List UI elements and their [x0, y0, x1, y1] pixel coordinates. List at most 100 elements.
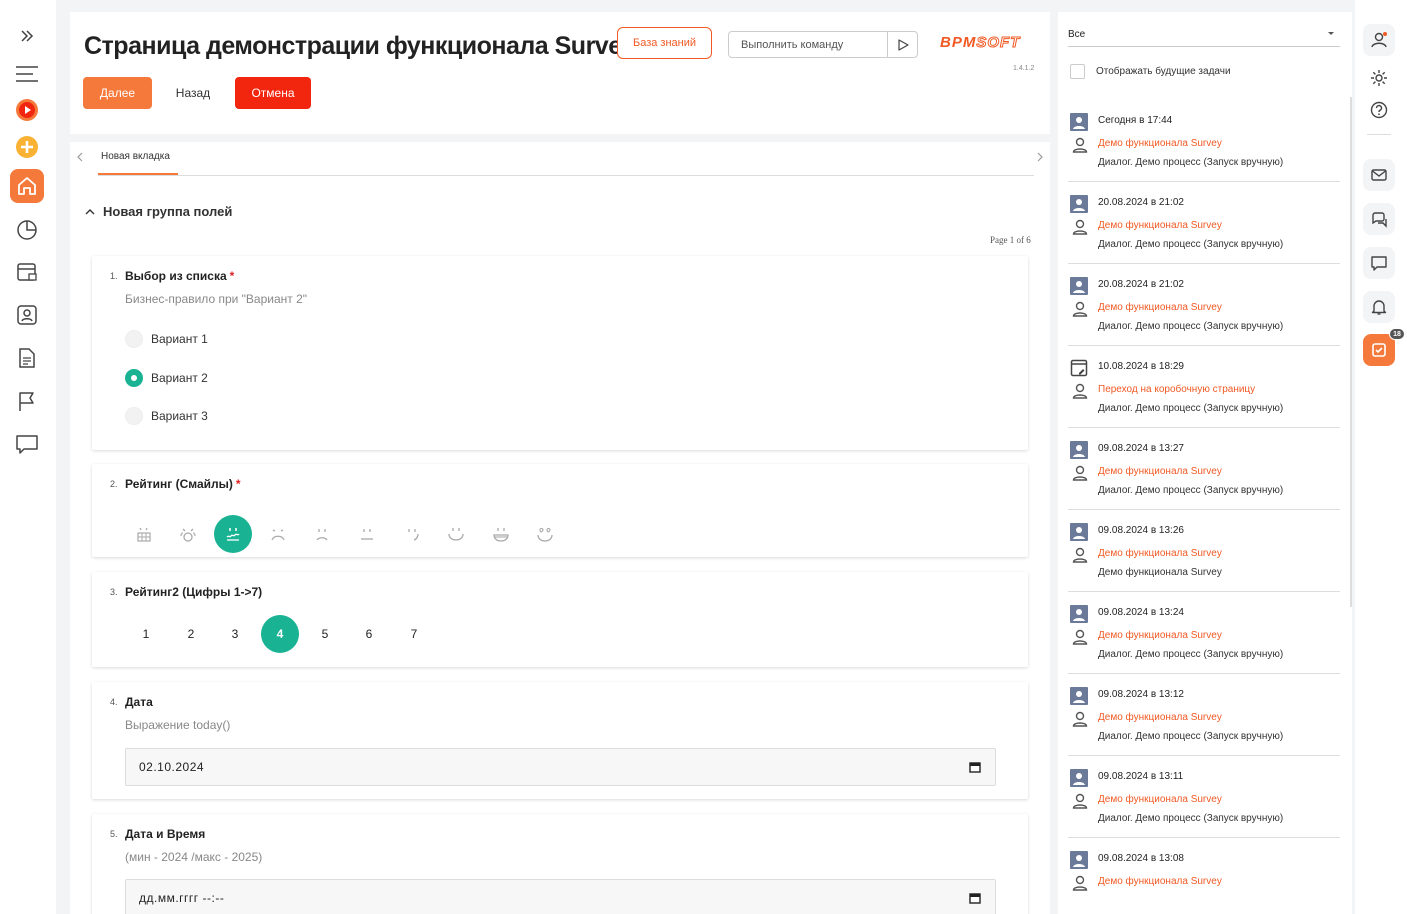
rating-6[interactable]: 6 [350, 615, 388, 653]
question-card-number-rating: 3. Рейтинг2 (Цифры 1->7) 1 2 3 4 5 6 7 [92, 572, 1028, 667]
page-edit-icon [1070, 359, 1088, 377]
calendar-icon[interactable] [969, 892, 981, 904]
cancel-button[interactable]: Отмена [235, 77, 311, 109]
help-icon [1370, 101, 1388, 119]
settings-button[interactable] [1363, 62, 1395, 94]
radio-option-2[interactable]: Вариант 2 [125, 369, 208, 387]
version-label: 1.4.1.2 [1013, 65, 1035, 72]
play-icon[interactable] [10, 93, 44, 127]
radio-option-3[interactable]: Вариант 3 [125, 407, 208, 425]
task-link[interactable]: Демо функционала Survey [1098, 302, 1222, 313]
rating-5[interactable]: 5 [306, 615, 344, 653]
profile-button[interactable] [1363, 24, 1395, 56]
question-card-choice: 1. Выбор из списка * Бизнес-правило при "… [92, 256, 1028, 450]
bell-icon [1371, 300, 1387, 315]
tab-bar: Новая вкладка [70, 148, 1050, 178]
user-card-icon [1070, 195, 1088, 213]
notifications-button[interactable] [1363, 291, 1395, 323]
question-title: Рейтинг2 (Цифры 1->7) [125, 585, 263, 599]
messages-button[interactable] [1363, 203, 1395, 235]
next-button[interactable]: Далее [83, 77, 152, 109]
grin-icon[interactable] [482, 515, 520, 553]
question-card-datetime: 5. Дата и Время (мин - 2024 /макс - 2025… [92, 814, 1028, 914]
scrollbar[interactable] [1350, 97, 1352, 607]
task-item[interactable]: 09.08.2024 в 13:12 Демо функционала Surve… [1068, 674, 1340, 756]
chat-icon[interactable] [10, 427, 44, 461]
knowledge-base-button[interactable]: База знаний [617, 27, 712, 59]
slight-frown-icon[interactable] [303, 515, 341, 553]
question-number: 1. [110, 271, 118, 281]
calendar-lock-icon[interactable] [10, 255, 44, 289]
chevron-right-icon[interactable] [1034, 151, 1046, 163]
task-item[interactable]: 20.08.2024 в 21:02 Демо функционала Surve… [1068, 182, 1340, 264]
task-item[interactable]: 09.08.2024 в 13:08 Демо функционала Surve… [1068, 838, 1340, 914]
slight-smile-icon[interactable] [393, 515, 431, 553]
person-icon [1072, 137, 1088, 153]
task-item[interactable]: 09.08.2024 в 13:11 Демо функционала Surve… [1068, 756, 1340, 838]
selected-smiley-icon[interactable] [214, 515, 252, 553]
home-icon[interactable] [10, 169, 44, 203]
task-item[interactable]: 20.08.2024 в 21:02 Демо функционала Surve… [1068, 264, 1340, 346]
question-number: 4. [110, 697, 118, 707]
calendar-icon[interactable] [969, 761, 981, 773]
task-link[interactable]: Демо функционала Survey [1098, 466, 1222, 477]
radio-option-1[interactable]: Вариант 1 [125, 330, 208, 348]
user-card-icon [1070, 687, 1088, 705]
task-item[interactable]: 09.08.2024 в 13:24 Демо функционала Surve… [1068, 592, 1340, 674]
rating-1[interactable]: 1 [127, 615, 165, 653]
comment-icon [1371, 256, 1387, 271]
task-link[interactable]: Демо функционала Survey [1098, 138, 1222, 149]
task-filter-select[interactable]: Все [1068, 23, 1340, 47]
task-link[interactable]: Демо функционала Survey [1098, 630, 1222, 641]
chevron-up-icon [85, 208, 95, 214]
field-group-toggle[interactable]: Новая группа полей [84, 204, 232, 219]
task-link[interactable]: Демо функционала Survey [1098, 220, 1222, 231]
neutral-icon[interactable] [348, 515, 386, 553]
task-date: 10.08.2024 в 18:29 [1098, 361, 1184, 372]
rating-3[interactable]: 3 [216, 615, 254, 653]
email-button[interactable] [1363, 159, 1395, 191]
task-link[interactable]: Демо функционала Survey [1098, 876, 1222, 887]
rating-7[interactable]: 7 [395, 615, 433, 653]
datetime-field[interactable]: дд.мм.гггг --:-- [125, 879, 996, 914]
contacts-icon[interactable] [10, 298, 44, 332]
task-item[interactable]: Сегодня в 17:44 Демо функционала Survey Ди… [1068, 100, 1340, 182]
gear-icon [1371, 70, 1387, 86]
task-link[interactable]: Демо функционала Survey [1098, 794, 1222, 805]
smile-icon[interactable] [437, 515, 475, 553]
love-icon[interactable] [526, 515, 564, 553]
feed-button[interactable] [1363, 247, 1395, 279]
task-process: Диалог. Демо процесс (Запуск вручную) [1098, 239, 1284, 250]
analytics-icon[interactable] [10, 212, 44, 246]
frown-icon[interactable] [259, 515, 297, 553]
question-card-smiley-rating: 2. Рейтинг (Смайлы) * [92, 464, 1028, 557]
help-button[interactable] [1363, 94, 1395, 126]
very-sad-icon[interactable] [125, 515, 163, 553]
question-description: (мин - 2024 /макс - 2025) [125, 850, 263, 864]
menu-icon[interactable] [10, 57, 44, 91]
person-icon [1072, 793, 1088, 809]
add-icon[interactable] [10, 130, 44, 164]
task-link[interactable]: Демо функционала Survey [1098, 712, 1222, 723]
date-field[interactable]: 02.10.2024 [125, 748, 996, 786]
tasks-button[interactable]: 18 [1363, 328, 1405, 366]
rating-4[interactable]: 4 [261, 615, 299, 653]
run-command-button[interactable] [887, 32, 917, 57]
task-link[interactable]: Демо функционала Survey [1098, 548, 1222, 559]
document-icon[interactable] [10, 341, 44, 375]
tasks-panel: Все Отображать будущие задачи Сегодня в … [1058, 12, 1352, 914]
task-link[interactable]: Переход на коробочную страницу [1098, 384, 1255, 395]
sad-icon[interactable] [169, 515, 207, 553]
rating-2[interactable]: 2 [172, 615, 210, 653]
task-item[interactable]: 09.08.2024 в 13:27 Демо функционала Surve… [1068, 428, 1340, 510]
expand-icon[interactable] [10, 19, 44, 53]
person-icon [1072, 219, 1088, 235]
flag-icon[interactable] [10, 384, 44, 418]
chevron-left-icon[interactable] [74, 151, 86, 163]
task-item[interactable]: 10.08.2024 в 18:29 Переход на коробочную … [1068, 346, 1340, 428]
back-button[interactable]: Назад [162, 77, 224, 109]
command-input[interactable] [729, 38, 889, 51]
show-future-tasks-checkbox[interactable]: Отображать будущие задачи [1070, 64, 1231, 79]
task-item[interactable]: 09.08.2024 в 13:26 Демо функционала Surve… [1068, 510, 1340, 592]
tab-new[interactable]: Новая вкладка [101, 151, 170, 162]
